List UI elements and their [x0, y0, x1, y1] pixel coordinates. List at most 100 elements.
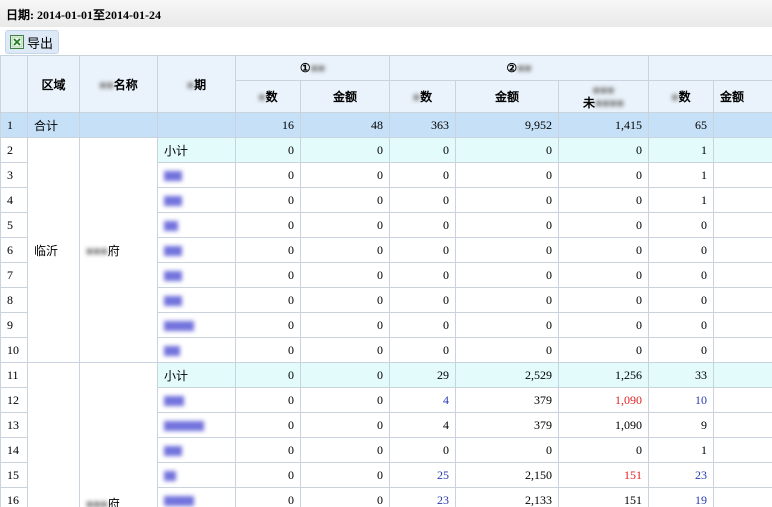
value-cell: 0 — [389, 337, 457, 363]
row-number: 9 — [0, 312, 28, 338]
value-cell: 0 — [299, 462, 391, 488]
row-number: 16 — [0, 487, 28, 507]
value-cell: 10 — [648, 387, 715, 413]
value-cell: 0 — [235, 387, 301, 413]
header-g2-count: ■数 — [389, 80, 457, 113]
value-cell: 379 — [455, 412, 560, 438]
item-cell[interactable] — [157, 337, 236, 363]
header-name: ■■名称 — [79, 55, 158, 113]
value-cell: 0 — [299, 262, 391, 288]
value-cell: 33 — [648, 362, 715, 388]
value-cell-overflow — [713, 262, 772, 288]
value-cell: 363 — [389, 112, 457, 138]
value-cell: 1,256 — [558, 362, 650, 388]
item-cell[interactable] — [157, 462, 236, 488]
item-cell[interactable] — [157, 387, 236, 413]
report-table: 区域 ■■名称 ■期 ①■■ ②■■ ③ ■数 金额 ■数 金额 ■■■未■■■… — [0, 55, 772, 507]
toolbar: 导出 — [0, 27, 772, 55]
value-cell-overflow — [713, 362, 772, 388]
item-cell[interactable] — [157, 262, 236, 288]
value-cell: 0 — [389, 187, 457, 213]
value-cell: 0 — [235, 462, 301, 488]
value-cell: 0 — [648, 212, 715, 238]
value-cell: 0 — [299, 337, 391, 363]
value-cell: 0 — [389, 262, 457, 288]
excel-icon — [10, 35, 24, 49]
item-cell[interactable] — [157, 162, 236, 188]
value-cell: 23 — [648, 462, 715, 488]
export-button[interactable]: 导出 — [5, 30, 60, 54]
item-cell[interactable] — [157, 412, 236, 438]
item-cell[interactable] — [157, 487, 236, 507]
item-cell[interactable] — [157, 237, 236, 263]
table-row[interactable]: 1 合计 16 48 363 9,952 1,415 65 — [0, 112, 772, 138]
value-cell-overflow — [713, 137, 772, 163]
title-bar: 日期: 2014-01-01至2014-01-24 — [0, 0, 772, 28]
report-grid[interactable]: 区域 ■■名称 ■期 ①■■ ②■■ ③ ■数 金额 ■数 金额 ■■■未■■■… — [0, 55, 772, 507]
value-cell: 0 — [455, 337, 560, 363]
value-cell: 0 — [235, 337, 301, 363]
table-row[interactable]: 2 临沂 ■■■府 小计 0 0 0 0 0 1 — [0, 137, 772, 363]
value-cell: 9,952 — [455, 112, 560, 138]
header-period: ■期 — [157, 55, 236, 113]
item-cell[interactable] — [157, 212, 236, 238]
value-cell: 4 — [389, 387, 457, 413]
value-cell: 0 — [299, 187, 391, 213]
name-cell — [79, 112, 158, 138]
value-cell: 0 — [235, 287, 301, 313]
table-row[interactable]: 11 ■■■府 小计 0 0 29 2,529 1,256 33 — [0, 362, 772, 507]
value-cell: 0 — [389, 212, 457, 238]
row-number: 10 — [0, 337, 28, 363]
row-number: 11 — [0, 362, 28, 388]
value-cell: 151 — [558, 487, 650, 507]
item-cell[interactable] — [157, 187, 236, 213]
item-cell[interactable] — [157, 287, 236, 313]
value-cell: 0 — [235, 162, 301, 188]
item-cell[interactable]: 小计 — [157, 137, 236, 163]
value-cell: 1,415 — [558, 112, 650, 138]
value-cell: 0 — [299, 437, 391, 463]
value-cell: 151 — [558, 462, 650, 488]
item-cell[interactable]: 小计 — [157, 362, 236, 388]
item-cell[interactable] — [157, 437, 236, 463]
value-cell: 23 — [389, 487, 457, 507]
value-cell: 16 — [235, 112, 301, 138]
value-cell: 0 — [235, 237, 301, 263]
value-cell: 0 — [389, 312, 457, 338]
value-cell: 0 — [648, 337, 715, 363]
value-cell: 1 — [648, 437, 715, 463]
value-cell: 0 — [389, 437, 457, 463]
value-cell: 0 — [299, 237, 391, 263]
value-cell: 0 — [558, 262, 650, 288]
value-cell-overflow — [713, 162, 772, 188]
value-cell-overflow — [713, 387, 772, 413]
value-cell: 0 — [235, 412, 301, 438]
value-cell-overflow — [713, 212, 772, 238]
name-cell: ■■■府 — [79, 362, 158, 507]
value-cell: 0 — [299, 487, 391, 507]
value-cell: 0 — [299, 362, 391, 388]
header-g3-count: ■数 — [648, 80, 715, 113]
header-g1-amount: 金额 — [299, 80, 391, 113]
item-cell[interactable] — [157, 312, 236, 338]
value-cell: 2,133 — [455, 487, 560, 507]
value-cell: 0 — [299, 212, 391, 238]
value-cell: 48 — [299, 112, 391, 138]
value-cell: 0 — [389, 162, 457, 188]
row-number: 3 — [0, 162, 28, 188]
value-cell: 0 — [235, 312, 301, 338]
header-region: 区域 — [27, 55, 80, 113]
value-cell-overflow — [713, 437, 772, 463]
value-cell: 0 — [558, 212, 650, 238]
value-cell: 2,529 — [455, 362, 560, 388]
value-cell: 0 — [235, 212, 301, 238]
header-g1-count: ■数 — [235, 80, 301, 113]
value-cell: 19 — [648, 487, 715, 507]
region-cell: 临沂 — [27, 137, 80, 363]
value-cell: 1 — [648, 137, 715, 163]
value-cell: 0 — [235, 137, 301, 163]
value-cell: 0 — [389, 287, 457, 313]
value-cell: 1 — [648, 162, 715, 188]
value-cell: 0 — [455, 312, 560, 338]
row-number: 15 — [0, 462, 28, 488]
